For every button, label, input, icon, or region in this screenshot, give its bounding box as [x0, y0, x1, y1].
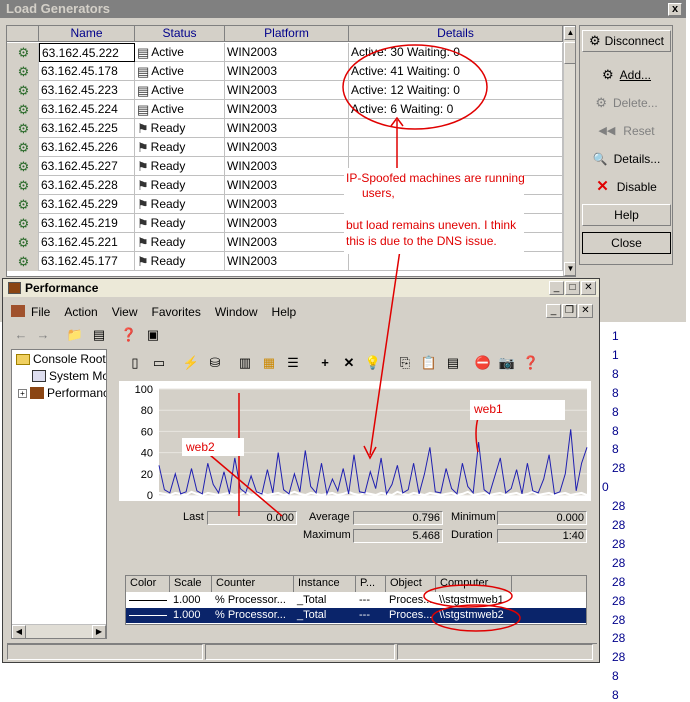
- web2-pointer-line: [209, 454, 283, 517]
- web2-label: web2: [186, 440, 215, 454]
- annotation-arrow-down: [369, 249, 401, 456]
- annotation-line-2: users,: [362, 186, 395, 200]
- web1-label: web1: [474, 402, 503, 416]
- annotation-line-1: IP-Spoofed machines are running: [346, 171, 525, 185]
- web2-computer-ellipse: [431, 604, 521, 632]
- background-value: 8: [612, 688, 619, 702]
- annotation-line-4: this is due to the DNS issue.: [346, 234, 497, 248]
- annotation-overlay: [209, 44, 521, 632]
- web1-computer-ellipse: [423, 584, 513, 608]
- web1-pointer-line: [475, 417, 479, 453]
- details-highlight-ellipse: [342, 44, 488, 130]
- annotation-line-3: but load remains uneven. I think: [346, 218, 517, 232]
